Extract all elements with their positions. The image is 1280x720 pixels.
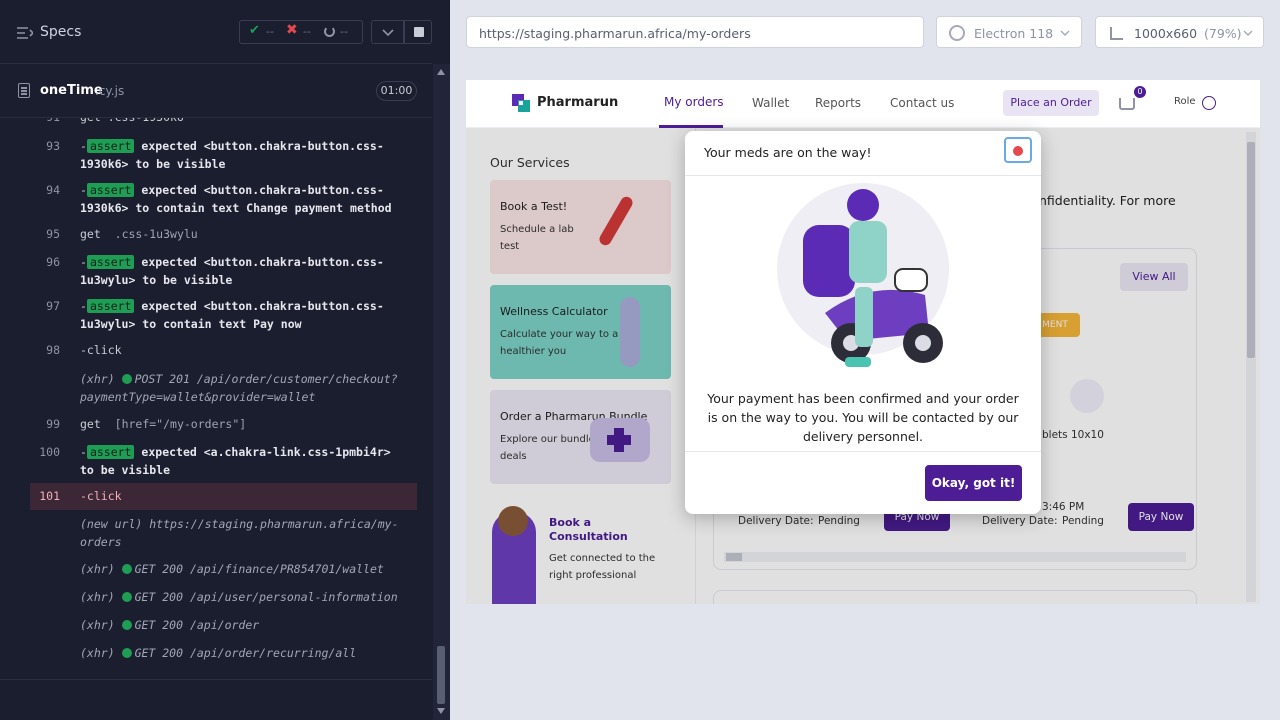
browser-selector[interactable]: Electron 118 bbox=[936, 16, 1082, 48]
log-footer-divider bbox=[0, 679, 432, 680]
pending-icon bbox=[324, 26, 335, 37]
failed-icon: ✖ bbox=[286, 22, 298, 38]
url-text: https://staging.pharmarun.africa/my-orde… bbox=[479, 26, 751, 41]
pharmarun-logo-icon bbox=[510, 92, 532, 114]
cart-count-badge: 0 bbox=[1134, 86, 1146, 98]
chevron-down-button[interactable] bbox=[371, 20, 404, 44]
passed-icon: ✔ bbox=[249, 23, 260, 38]
close-button[interactable] bbox=[1004, 137, 1032, 163]
specs-header: Specs ✔ -- ✖ -- -- bbox=[0, 0, 432, 64]
modal-body-text: Your payment has been confirmed and your… bbox=[707, 391, 1019, 444]
assert-badge: assert bbox=[86, 255, 135, 269]
stop-icon bbox=[414, 27, 424, 37]
modal-divider-bottom bbox=[685, 451, 1041, 452]
nav-wallet[interactable]: Wallet bbox=[752, 96, 789, 110]
delivery-rider-illustration bbox=[775, 183, 955, 373]
failed-count: -- bbox=[303, 25, 311, 38]
duration-badge: 01:00 bbox=[376, 81, 417, 101]
brand-name: Pharmarun bbox=[537, 95, 619, 110]
spec-name: oneTime bbox=[40, 83, 103, 98]
scroll-up-icon bbox=[437, 69, 445, 75]
chevron-down-icon bbox=[382, 29, 394, 37]
order-confirmation-modal: Your meds are on the way! Your payment h… bbox=[685, 131, 1041, 514]
cart-icon[interactable] bbox=[1119, 98, 1135, 110]
modal-title: Your meds are on the way! bbox=[704, 145, 872, 160]
specs-menu-icon[interactable] bbox=[17, 25, 35, 39]
specs-title[interactable]: Specs bbox=[40, 24, 81, 40]
nav-my-orders[interactable]: My orders bbox=[664, 95, 724, 109]
nav-contact-us[interactable]: Contact us bbox=[890, 96, 954, 110]
cypress-command-panel: Specs ✔ -- ✖ -- -- oneTime .cy.js 01:00 … bbox=[0, 0, 450, 720]
status-dot-icon bbox=[121, 374, 132, 384]
spec-file-row: oneTime .cy.js 01:00 bbox=[0, 64, 432, 118]
url-bar[interactable]: https://staging.pharmarun.africa/my-orde… bbox=[466, 16, 924, 48]
modal-divider-top bbox=[685, 175, 1041, 176]
chevron-down-icon bbox=[1243, 30, 1253, 36]
status-dot-icon bbox=[121, 620, 132, 630]
passed-count: -- bbox=[266, 25, 274, 38]
stats-bar: ✔ -- ✖ -- -- bbox=[239, 20, 363, 44]
assert-badge: assert bbox=[86, 299, 135, 313]
ruler-icon bbox=[1110, 27, 1123, 40]
user-icon[interactable] bbox=[1202, 96, 1216, 110]
assert-badge: assert bbox=[86, 445, 135, 459]
app-navbar: Pharmarun My orders Wallet Reports Conta… bbox=[466, 80, 1260, 128]
assert-badge: assert bbox=[86, 139, 135, 153]
document-icon bbox=[18, 83, 30, 98]
nav-reports[interactable]: Reports bbox=[815, 96, 861, 110]
app-under-test: Pharmarun My orders Wallet Reports Conta… bbox=[466, 80, 1260, 604]
pending-count: -- bbox=[340, 25, 348, 38]
okay-got-it-button[interactable]: Okay, got it! bbox=[925, 465, 1022, 501]
role-label[interactable]: Role bbox=[1174, 96, 1196, 107]
spec-ext: .cy.js bbox=[95, 84, 125, 98]
status-dot-icon bbox=[121, 648, 132, 658]
close-icon bbox=[1013, 146, 1023, 156]
chevron-down-icon bbox=[1060, 30, 1070, 36]
electron-icon bbox=[949, 25, 965, 41]
viewport-size: 1000x660 bbox=[1134, 26, 1198, 41]
assert-badge: assert bbox=[86, 183, 135, 197]
zoom-level: (79%) bbox=[1204, 26, 1242, 41]
stop-button[interactable] bbox=[404, 20, 432, 44]
log-scrollbar[interactable] bbox=[433, 64, 450, 720]
browser-name: Electron 118 bbox=[974, 26, 1054, 41]
scroll-thumb[interactable] bbox=[437, 646, 445, 704]
scroll-down-icon bbox=[437, 708, 445, 714]
status-dot-icon bbox=[121, 564, 132, 574]
command-log: 91get .css-1930k6 93 -assert expected <b… bbox=[30, 118, 418, 666]
place-order-button[interactable]: Place an Order bbox=[1003, 90, 1099, 116]
viewport-selector[interactable]: 1000x660 (79%) bbox=[1095, 16, 1264, 48]
status-dot-icon bbox=[121, 592, 132, 602]
